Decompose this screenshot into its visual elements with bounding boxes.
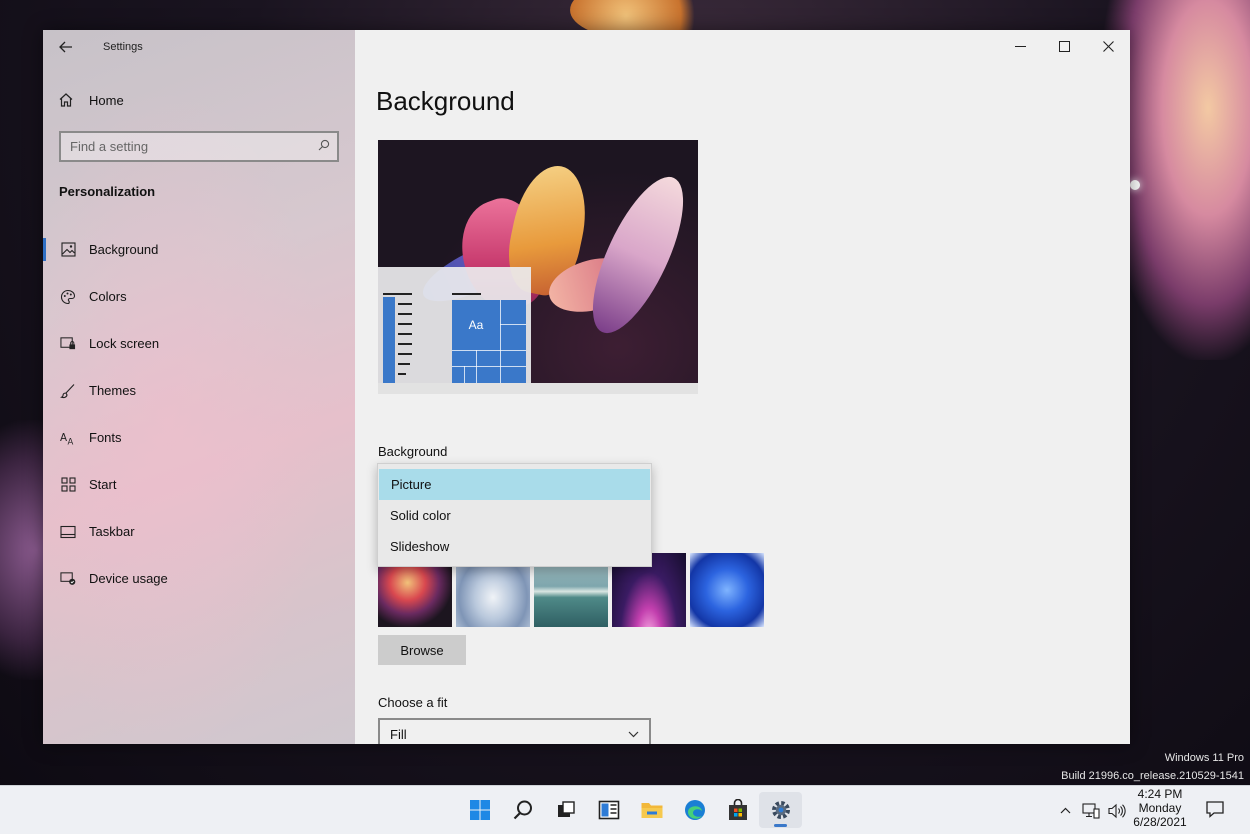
close-icon	[1102, 40, 1114, 52]
system-tray	[1055, 786, 1127, 834]
edge-button[interactable]	[673, 792, 716, 828]
palette-icon	[60, 289, 76, 305]
file-explorer-button[interactable]	[630, 792, 673, 828]
sidebar-item-label: Themes	[89, 383, 136, 398]
preview-tile-text: Aa	[468, 318, 484, 332]
app-title: Settings	[103, 41, 143, 53]
sidebar-item-label: Taskbar	[89, 524, 135, 539]
settings-button[interactable]	[759, 792, 802, 828]
minimize-icon	[1014, 45, 1026, 47]
start-grid-icon	[60, 477, 76, 493]
sidebar-nav: Background Colors Lock screen Themes A A…	[43, 226, 355, 602]
window-controls	[998, 30, 1130, 62]
thumbnail-blue-bloom[interactable]	[690, 553, 764, 627]
maximize-icon	[1058, 40, 1070, 52]
task-view-icon	[557, 801, 575, 817]
background-label: Background	[378, 444, 448, 459]
picture-icon	[60, 242, 76, 258]
fit-dropdown[interactable]: Fill	[378, 718, 651, 744]
sidebar-item-label: Lock screen	[89, 336, 160, 351]
option-slideshow[interactable]: Slideshow	[378, 531, 651, 562]
gear-icon	[771, 801, 790, 819]
sidebar-item-label: Device usage	[89, 571, 168, 586]
clock[interactable]: 4:24 PM Monday 6/28/2021	[1127, 787, 1193, 829]
widgets-button[interactable]	[587, 792, 630, 828]
network-icon[interactable]	[1081, 801, 1101, 821]
sidebar-item-themes[interactable]: Themes	[43, 367, 355, 414]
windows-logo-icon	[469, 800, 490, 820]
font-icon: AA	[60, 430, 76, 445]
option-solid-color[interactable]: Solid color	[378, 500, 651, 531]
preview-tiles: Aa	[452, 300, 526, 383]
widgets-icon	[598, 800, 619, 820]
start-button[interactable]	[458, 792, 501, 828]
sidebar-item-start[interactable]: Start	[43, 461, 355, 508]
chevron-down-icon	[628, 731, 639, 737]
sidebar-item-lock-screen[interactable]: Lock screen	[43, 320, 355, 367]
brush-icon	[60, 383, 76, 399]
fit-label: Choose a fit	[378, 695, 448, 710]
sidebar-item-label: Background	[89, 242, 159, 257]
minimize-button[interactable]	[998, 30, 1042, 62]
sidebar-item-colors[interactable]: Colors	[43, 273, 355, 320]
maximize-button[interactable]	[1042, 30, 1086, 62]
clock-time: 4:24 PM	[1137, 787, 1183, 801]
svg-text:A: A	[60, 431, 67, 443]
search-icon[interactable]	[311, 139, 337, 154]
preview-wallpaper: Aa	[378, 140, 698, 383]
svg-text:A: A	[68, 436, 74, 445]
search-button[interactable]	[501, 792, 544, 828]
edge-icon	[684, 800, 705, 820]
title-bar: Settings	[43, 30, 355, 64]
sidebar: Settings Home Personalization Background	[43, 30, 355, 744]
background-dropdown-list: Picture Solid color Slideshow	[377, 463, 652, 567]
clock-day: Monday	[1138, 801, 1182, 815]
back-arrow-icon	[59, 41, 72, 53]
taskbar: 4:24 PM Monday 6/28/2021	[0, 785, 1250, 834]
background-preview: Aa	[378, 140, 698, 394]
store-button[interactable]	[716, 792, 759, 828]
main-panel: Background Aa Background Picture Solid c…	[355, 30, 1130, 744]
sidebar-item-background[interactable]: Background	[43, 226, 355, 273]
option-picture[interactable]: Picture	[379, 469, 650, 500]
fit-value: Fill	[390, 726, 407, 742]
volume-icon[interactable]	[1107, 801, 1127, 821]
sidebar-item-device-usage[interactable]: Device usage	[43, 555, 355, 602]
taskbar-icon	[60, 524, 76, 540]
settings-window: Settings Home Personalization Background	[43, 30, 1130, 744]
device-usage-icon	[60, 571, 76, 587]
lock-screen-icon	[60, 336, 76, 352]
edition-watermark: Windows 11 Pro	[1164, 752, 1244, 764]
folder-icon	[641, 803, 662, 818]
home-icon	[59, 93, 73, 107]
sidebar-item-label: Fonts	[89, 430, 122, 445]
task-view-button[interactable]	[544, 792, 587, 828]
home-link[interactable]: Home	[58, 92, 124, 108]
browse-button[interactable]: Browse	[378, 635, 466, 665]
taskbar-apps	[458, 792, 802, 828]
wallpaper-sparkle	[1130, 180, 1140, 190]
sidebar-item-fonts[interactable]: AA Fonts	[43, 414, 355, 461]
notification-icon	[1206, 801, 1224, 818]
preview-start-menu: Aa	[378, 267, 531, 383]
sidebar-item-label: Start	[89, 477, 117, 492]
sidebar-item-label: Colors	[89, 289, 127, 304]
build-watermark: Build 21996.co_release.210529-1541	[1061, 770, 1244, 782]
search-icon	[513, 800, 532, 820]
notification-button[interactable]	[1205, 799, 1227, 821]
search-box[interactable]	[59, 131, 339, 162]
section-title: Personalization	[59, 184, 156, 199]
store-icon	[728, 799, 747, 820]
page-title: Background	[376, 86, 515, 116]
search-input[interactable]	[61, 139, 311, 154]
close-button[interactable]	[1086, 30, 1130, 62]
sidebar-item-taskbar[interactable]: Taskbar	[43, 508, 355, 555]
back-button[interactable]	[43, 30, 89, 64]
chevron-up-icon[interactable]	[1055, 801, 1075, 821]
clock-date: 6/28/2021	[1133, 815, 1187, 829]
home-label: Home	[89, 92, 124, 108]
